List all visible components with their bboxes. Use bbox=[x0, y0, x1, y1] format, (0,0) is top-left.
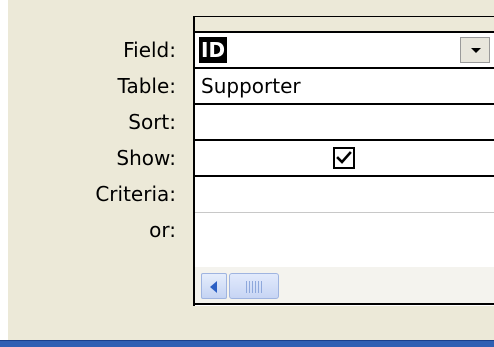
horizontal-scrollbar[interactable] bbox=[195, 267, 494, 305]
sort-label: Sort: bbox=[128, 110, 176, 134]
table-row-cell[interactable]: Supporter bbox=[195, 69, 494, 105]
show-row-cell bbox=[195, 141, 494, 177]
field-dropdown-button[interactable] bbox=[460, 37, 490, 63]
chevron-down-icon bbox=[471, 48, 481, 53]
sort-row-cell[interactable] bbox=[195, 105, 494, 141]
criteria-label: Criteria: bbox=[95, 182, 176, 206]
show-checkbox[interactable] bbox=[333, 147, 355, 169]
or-label: or: bbox=[149, 218, 176, 242]
field-input[interactable]: ID bbox=[199, 37, 228, 63]
table-label: Table: bbox=[117, 74, 176, 98]
design-grid: ID Supporter bbox=[193, 16, 494, 306]
or-row-cell[interactable] bbox=[195, 213, 494, 249]
row-labels: Field: Table: Sort: Show: Criteria: or: bbox=[0, 0, 190, 300]
field-label: Field: bbox=[123, 38, 176, 62]
column-selector-bar[interactable] bbox=[195, 17, 494, 33]
table-input[interactable]: Supporter bbox=[201, 73, 301, 99]
scroll-thumb-grip-icon bbox=[246, 281, 262, 293]
show-label: Show: bbox=[116, 146, 176, 170]
criteria-row-cell[interactable] bbox=[195, 177, 494, 213]
field-row-cell[interactable]: ID bbox=[195, 33, 494, 69]
query-design-grid-window: Field: Table: Sort: Show: Criteria: or: … bbox=[0, 0, 494, 347]
scroll-thumb[interactable] bbox=[229, 273, 279, 299]
arrow-left-icon bbox=[210, 281, 217, 293]
scroll-left-button[interactable] bbox=[201, 273, 227, 299]
checkmark-icon bbox=[336, 151, 352, 164]
